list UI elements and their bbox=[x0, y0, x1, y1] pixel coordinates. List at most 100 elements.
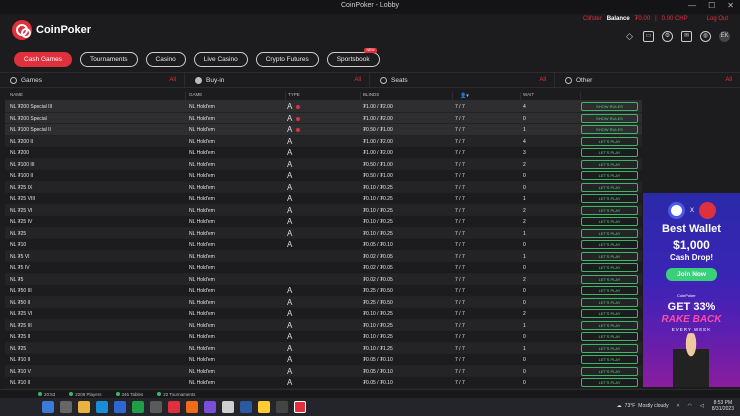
promo-banner[interactable]: X Best Wallet $1,000 Cash Drop! Join Now… bbox=[643, 193, 740, 387]
app-icon[interactable] bbox=[204, 401, 216, 413]
table-row[interactable]: NL ₮10 II NL Hold'em A ₮0.05 / ₮0.10 7 / 7 0 L… bbox=[5, 377, 642, 389]
wallet-icon[interactable]: ▭ bbox=[643, 31, 654, 42]
table-row[interactable]: NL ₮100 III NL Hold'em A ₮0.50 / ₮1.00 7 / 7… bbox=[5, 158, 642, 170]
windows-start-icon[interactable] bbox=[42, 401, 54, 413]
table-row[interactable]: NL ₮25 NL Hold'em A ₮0.10 / ₮1.25 7 / 7 1 LET'… bbox=[5, 342, 642, 354]
table-row[interactable]: NL ₮200 Special III NL Hold'em A ₮1.00 / ₮2… bbox=[5, 101, 642, 113]
firefox-icon[interactable] bbox=[186, 401, 198, 413]
table-row[interactable]: NL ₮200 Special NL Hold'em A ₮1.00 / ₮2.00 7… bbox=[5, 112, 642, 124]
lets-play-button[interactable]: LET'S PLAY bbox=[581, 343, 638, 353]
table-row[interactable]: NL ₮25 VIII NL Hold'em A ₮0.10 / ₮0.25 7 / 7… bbox=[5, 193, 642, 205]
close-icon[interactable]: ✕ bbox=[727, 1, 734, 10]
edge-icon[interactable] bbox=[96, 401, 108, 413]
coinpoker-active-icon[interactable] bbox=[294, 401, 306, 413]
join-now-button[interactable]: Join Now bbox=[666, 268, 717, 281]
tab-live-casino[interactable]: Live Casino bbox=[193, 52, 248, 67]
col-blinds[interactable]: BLINDS bbox=[363, 92, 379, 97]
app4-icon[interactable] bbox=[258, 401, 270, 413]
excel-icon[interactable] bbox=[132, 401, 144, 413]
tab-tournaments[interactable]: Tournaments bbox=[79, 52, 138, 67]
coinpoker-taskbar-icon[interactable] bbox=[168, 401, 180, 413]
search-icon[interactable] bbox=[60, 401, 72, 413]
mail-icon[interactable]: ✉ bbox=[681, 31, 692, 42]
table-row[interactable]: NL ₮25 VI NL Hold'em A ₮0.10 / ₮0.25 7 / 7 2 L… bbox=[5, 204, 642, 216]
table-row[interactable]: NL ₮50 II NL Hold'em A ₮0.25 / ₮0.50 7 / 7 0 L… bbox=[5, 296, 642, 308]
network-icon[interactable]: ◠ bbox=[688, 403, 692, 409]
table-row[interactable]: NL ₮10 NL Hold'em A ₮0.05 / ₮0.10 7 / 7 0 LET'… bbox=[5, 239, 642, 251]
show-rules-button[interactable]: SHOW RULES bbox=[581, 102, 638, 111]
table-row[interactable]: NL ₮100 Special II NL Hold'em A ₮0.50 / ₮1.… bbox=[5, 124, 642, 136]
col-game[interactable]: GAME bbox=[189, 92, 202, 97]
tray-chevron-icon[interactable]: ˄ bbox=[677, 403, 680, 409]
lets-play-button[interactable]: LET'S PLAY bbox=[581, 182, 638, 192]
store-icon[interactable] bbox=[150, 401, 162, 413]
table-row[interactable]: NL ₮5 NL Hold'em ₮0.02 / ₮0.05 7 / 7 2 LET'S … bbox=[5, 273, 642, 285]
globe-icon[interactable]: ◍ bbox=[700, 31, 711, 42]
lets-play-button[interactable]: LET'S PLAY bbox=[581, 366, 638, 376]
maximize-icon[interactable]: ☐ bbox=[708, 1, 715, 10]
col-wait[interactable]: WAIT bbox=[523, 92, 534, 97]
lets-play-button[interactable]: LET'S PLAY bbox=[581, 332, 638, 341]
table-row[interactable]: NL ₮10 II NL Hold'em A ₮0.05 / ₮0.10 7 / 7 0 L… bbox=[5, 354, 642, 366]
volume-icon[interactable]: ◁ bbox=[700, 403, 704, 409]
diamond-icon[interactable]: ◇ bbox=[624, 31, 635, 42]
table-row[interactable]: NL ₮25 IV NL Hold'em A ₮0.10 / ₮0.25 7 / 7 2 L… bbox=[5, 216, 642, 228]
tab-crypto-futures[interactable]: Crypto Futures bbox=[255, 52, 319, 67]
col-name[interactable]: NAME bbox=[10, 92, 23, 97]
clock[interactable]: 8:53 PM 8/31/2023 bbox=[712, 400, 734, 412]
table-row[interactable]: NL ₮5 VI NL Hold'em ₮0.02 / ₮0.05 7 / 7 1 LET… bbox=[5, 250, 642, 262]
table-row[interactable]: NL ₮200 II NL Hold'em A ₮1.00 / ₮2.00 7 / 7 4… bbox=[5, 135, 642, 147]
table-row[interactable]: NL ₮10 V NL Hold'em A ₮0.05 / ₮0.10 7 / 7 0 LE… bbox=[5, 365, 642, 377]
logout-link[interactable]: Log Out bbox=[707, 16, 728, 22]
lets-play-button[interactable]: LET'S PLAY bbox=[581, 274, 638, 284]
lets-play-button[interactable]: LET'S PLAY bbox=[581, 194, 638, 203]
seats-sort-icon[interactable]: 👤▾ bbox=[460, 93, 469, 99]
app3-icon[interactable] bbox=[240, 401, 252, 413]
lets-play-button[interactable]: LET'S PLAY bbox=[581, 263, 638, 272]
lets-play-button[interactable]: LET'S PLAY bbox=[581, 297, 638, 307]
table-row[interactable]: NL ₮25 III NL Hold'em A ₮0.10 / ₮0.25 7 / 7 1… bbox=[5, 319, 642, 331]
table-row[interactable]: NL ₮100 II NL Hold'em A ₮0.50 / ₮1.00 7 / 7 0… bbox=[5, 170, 642, 182]
lets-play-button[interactable]: LET'S PLAY bbox=[581, 136, 638, 146]
lets-play-button[interactable]: LET'S PLAY bbox=[581, 309, 638, 318]
table-row[interactable]: NL ₮200 NL Hold'em A ₮1.00 / ₮2.00 7 / 7 3 LET… bbox=[5, 147, 642, 159]
tab-cash-games[interactable]: Cash Games bbox=[14, 52, 72, 67]
app2-icon[interactable] bbox=[222, 401, 234, 413]
lets-play-button[interactable]: LET'S PLAY bbox=[581, 378, 638, 387]
lets-play-button[interactable]: LET'S PLAY bbox=[581, 320, 638, 330]
lets-play-button[interactable]: LET'S PLAY bbox=[581, 159, 638, 169]
table-row[interactable]: NL ₮50 III NL Hold'em A ₮0.25 / ₮0.50 7 / 7 0… bbox=[5, 285, 642, 297]
filter-buyin[interactable]: Buy-in All bbox=[185, 73, 370, 88]
filter-other[interactable]: Other All bbox=[555, 73, 740, 88]
tab-casino[interactable]: Casino bbox=[145, 52, 186, 67]
show-rules-button[interactable]: SHOW RULES bbox=[581, 113, 638, 123]
lets-play-button[interactable]: LET'S PLAY bbox=[581, 205, 638, 215]
gear-icon[interactable]: ⚙ bbox=[662, 31, 673, 42]
lets-play-button[interactable]: LET'S PLAY bbox=[581, 171, 638, 180]
minimize-icon[interactable]: — bbox=[688, 1, 696, 10]
show-rules-button[interactable]: SHOW RULES bbox=[581, 125, 638, 134]
lets-play-button[interactable]: LET'S PLAY bbox=[581, 228, 638, 238]
filter-games[interactable]: Games All bbox=[0, 73, 185, 88]
table-row[interactable]: NL ₮25 NL Hold'em A ₮0.10 / ₮0.25 7 / 7 1 LET'… bbox=[5, 227, 642, 239]
lets-play-button[interactable]: LET'S PLAY bbox=[581, 286, 638, 295]
lets-play-button[interactable]: LET'S PLAY bbox=[581, 148, 638, 157]
lets-play-button[interactable]: LET'S PLAY bbox=[581, 355, 638, 364]
filter-seats[interactable]: Seats All bbox=[370, 73, 555, 88]
coinpoker-logo[interactable]: CoinPoker bbox=[12, 20, 91, 40]
file-explorer-icon[interactable] bbox=[78, 401, 90, 413]
lets-play-button[interactable]: LET'S PLAY bbox=[581, 251, 638, 261]
table-row[interactable]: NL ₮25 VI NL Hold'em A ₮0.10 / ₮0.25 7 / 7 2 L… bbox=[5, 308, 642, 320]
table-row[interactable]: NL ₮5 IV NL Hold'em ₮0.02 / ₮0.05 7 / 7 0 LET… bbox=[5, 262, 642, 274]
word-icon[interactable] bbox=[114, 401, 126, 413]
col-type[interactable]: TYPE bbox=[288, 92, 300, 97]
username[interactable]: Clifster bbox=[583, 16, 602, 22]
table-row[interactable]: NL ₮25 II NL Hold'em A ₮0.10 / ₮0.25 7 / 7 0 L… bbox=[5, 331, 642, 343]
app5-icon[interactable] bbox=[276, 401, 288, 413]
table-row[interactable]: NL ₮25 IX NL Hold'em A ₮0.10 / ₮0.25 7 / 7 0 L… bbox=[5, 181, 642, 193]
tab-sportsbook[interactable]: Sportsbook NEW bbox=[326, 48, 380, 67]
weather-widget[interactable]: ☁ 73°F Mostly cloudy bbox=[617, 403, 669, 409]
lets-play-button[interactable]: LET'S PLAY bbox=[581, 240, 638, 249]
lets-play-button[interactable]: LET'S PLAY bbox=[581, 217, 638, 226]
avatar[interactable]: EK bbox=[719, 31, 730, 42]
